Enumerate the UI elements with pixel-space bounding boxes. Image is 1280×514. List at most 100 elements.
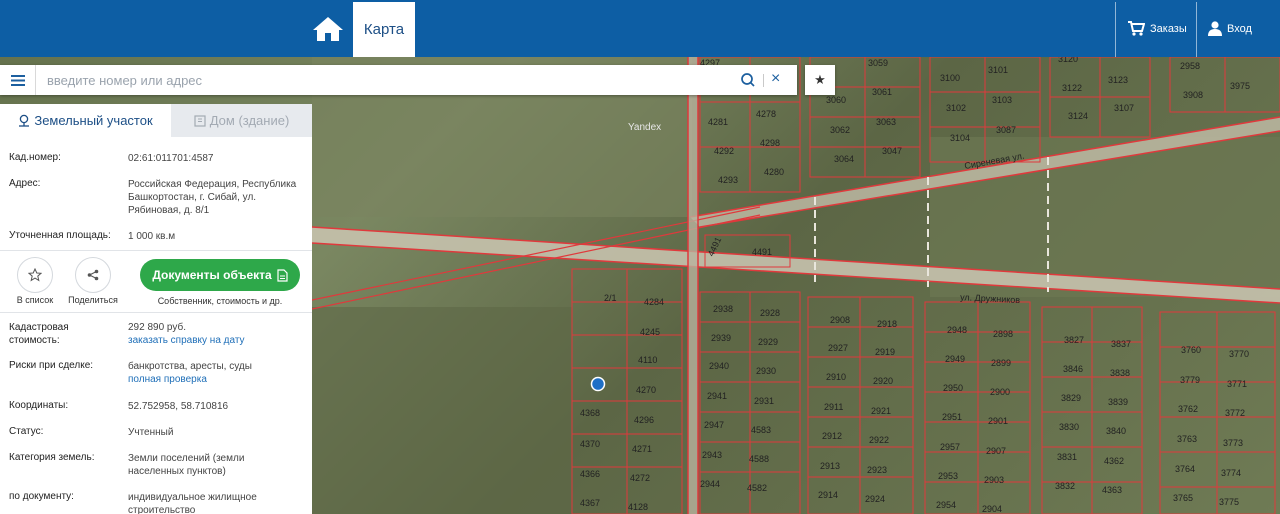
lot-label[interactable]: 3104	[950, 133, 970, 143]
lot-label[interactable]: 3100	[940, 73, 960, 83]
lot-label[interactable]: 3829	[1061, 393, 1081, 403]
lot-label[interactable]: 2913	[820, 461, 840, 471]
lot-label[interactable]: 2911	[824, 402, 843, 412]
lot-label[interactable]: 4491	[752, 247, 772, 257]
lot-label[interactable]: 3120	[1058, 57, 1078, 64]
lot-label[interactable]: 2921	[871, 406, 891, 416]
lot-label[interactable]: 2903	[984, 475, 1004, 485]
bookmarks-button[interactable]: ★	[805, 65, 835, 95]
lot-label[interactable]: 2923	[867, 465, 887, 475]
selected-parcel-marker[interactable]	[590, 376, 606, 392]
lot-label[interactable]: 2908	[830, 315, 850, 325]
cadastral-number-link[interactable]: 02:61:011701:4587	[128, 152, 300, 165]
lot-label[interactable]: 4272	[630, 473, 650, 483]
lot-label[interactable]: 2947	[704, 420, 724, 430]
lot-label[interactable]: 2/1	[604, 293, 617, 303]
home-icon[interactable]	[310, 14, 346, 44]
lot-label[interactable]: 3832	[1055, 481, 1075, 491]
lot-label[interactable]: 4281	[708, 117, 728, 127]
lot-label[interactable]: 3107	[1114, 103, 1134, 113]
lot-label[interactable]: 2901	[988, 416, 1008, 426]
lot-label[interactable]: 2948	[947, 325, 967, 335]
full-check-link[interactable]: полная проверка	[128, 374, 207, 385]
map-tab[interactable]: Карта	[353, 2, 415, 57]
lot-label[interactable]: 4298	[760, 138, 780, 148]
lot-label[interactable]: 3830	[1059, 422, 1079, 432]
lot-label[interactable]: 2898	[993, 329, 1013, 339]
lot-label[interactable]: 3122	[1062, 83, 1082, 93]
lot-label[interactable]: 3762	[1178, 404, 1198, 414]
object-documents-button[interactable]: Документы объекта	[140, 259, 300, 291]
lot-label[interactable]: 4370	[580, 439, 600, 449]
orders-link[interactable]: Заказы	[1128, 16, 1187, 41]
close-icon[interactable]: ×	[771, 71, 780, 87]
lot-label[interactable]: 4368	[580, 408, 600, 418]
lot-label[interactable]: 3775	[1219, 497, 1239, 507]
lot-label[interactable]: 3763	[1177, 434, 1197, 444]
lot-label[interactable]: 2919	[875, 347, 895, 357]
lot-label[interactable]: 3063	[876, 117, 896, 127]
lot-label[interactable]: 4366	[580, 469, 600, 479]
lot-label[interactable]: 3908	[1183, 90, 1203, 100]
menu-button[interactable]	[0, 65, 36, 95]
tab-land-plot[interactable]: Земельный участок	[0, 104, 171, 137]
lot-label[interactable]: 3765	[1173, 493, 1193, 503]
lot-label[interactable]: 3772	[1225, 408, 1245, 418]
lot-label[interactable]: 2907	[986, 446, 1006, 456]
lot-label[interactable]: 2958	[1180, 61, 1200, 71]
lot-label[interactable]: 3061	[872, 87, 892, 97]
lot-label[interactable]: 2904	[982, 504, 1002, 514]
lot-label[interactable]: 2899	[991, 358, 1011, 368]
login-link[interactable]: Вход	[1208, 16, 1252, 41]
lot-label[interactable]: 2931	[754, 396, 774, 406]
lot-label[interactable]: 4582	[747, 483, 767, 493]
lot-label[interactable]: 3764	[1175, 464, 1195, 474]
lot-label[interactable]: 2951	[942, 412, 962, 422]
search-icon[interactable]	[740, 72, 756, 88]
lot-label[interactable]: 4110	[638, 355, 657, 365]
lot-label[interactable]: 3840	[1106, 426, 1126, 436]
lot-label[interactable]: 2944	[700, 479, 720, 489]
lot-label[interactable]: 2953	[938, 471, 958, 481]
lot-label[interactable]: 2900	[990, 387, 1010, 397]
lot-label[interactable]: 2954	[936, 500, 956, 510]
lot-label[interactable]: 4296	[634, 415, 654, 425]
lot-label[interactable]: 3062	[830, 125, 850, 135]
lot-label[interactable]: 2938	[713, 304, 733, 314]
lot-label[interactable]: 3839	[1108, 397, 1128, 407]
lot-label[interactable]: 2920	[873, 376, 893, 386]
search-input[interactable]	[45, 72, 729, 89]
lot-label[interactable]: 4270	[636, 385, 656, 395]
lot-label[interactable]: 2912	[822, 431, 842, 441]
lot-label[interactable]: 4292	[714, 146, 734, 156]
lot-label[interactable]: 3837	[1111, 339, 1131, 349]
lot-label[interactable]: 3760	[1181, 345, 1201, 355]
lot-label[interactable]: 3779	[1180, 375, 1200, 385]
lot-label[interactable]: 3827	[1064, 335, 1084, 345]
add-to-list-button[interactable]	[17, 257, 53, 293]
lot-label[interactable]: 3838	[1110, 368, 1130, 378]
lot-label[interactable]: 3087	[996, 125, 1016, 135]
lot-label[interactable]: 3771	[1227, 379, 1247, 389]
lot-label[interactable]: 3124	[1068, 111, 1088, 121]
lot-label[interactable]: 3047	[882, 146, 902, 156]
tab-house[interactable]: Дом (здание)	[171, 104, 312, 137]
lot-label[interactable]: 3123	[1108, 75, 1128, 85]
lot-label[interactable]: 3770	[1229, 349, 1249, 359]
order-certificate-link[interactable]: заказать справку на дату	[128, 335, 245, 346]
lot-label[interactable]: 2927	[828, 343, 848, 353]
lot-label[interactable]: 4128	[628, 502, 648, 512]
lot-label[interactable]: 3846	[1063, 364, 1083, 374]
lot-label[interactable]: 3831	[1057, 452, 1077, 462]
lot-label[interactable]: 3975	[1230, 81, 1250, 91]
lot-label[interactable]: 3103	[992, 95, 1012, 105]
lot-label[interactable]: 3774	[1221, 468, 1241, 478]
lot-label[interactable]: 3064	[834, 154, 854, 164]
lot-label[interactable]: 3102	[946, 103, 966, 113]
share-button[interactable]	[75, 257, 111, 293]
lot-label[interactable]: 4245	[640, 327, 660, 337]
lot-label[interactable]: 4583	[751, 425, 771, 435]
lot-label[interactable]: 4363	[1102, 485, 1122, 495]
lot-label[interactable]: 2914	[818, 490, 838, 500]
lot-label[interactable]: 2918	[877, 319, 897, 329]
